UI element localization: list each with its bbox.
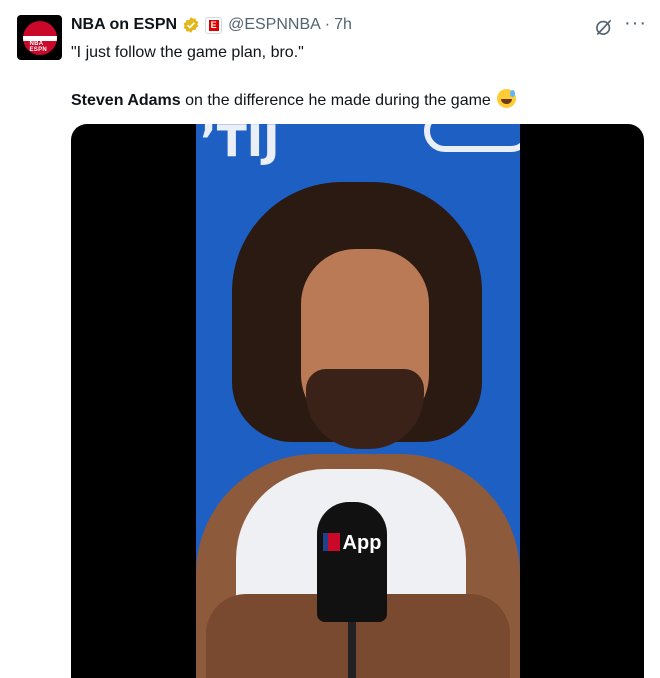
author-handle[interactable]: @ESPNNBA <box>228 16 321 34</box>
avatar-logo-text: NBA ESPN <box>29 40 48 53</box>
mic-label: App <box>322 532 382 555</box>
affiliate-badge[interactable]: E <box>205 16 223 34</box>
caption-text: on the difference he made during the gam… <box>180 92 491 109</box>
grinning-sweat-emoji <box>497 89 517 108</box>
video-player[interactable]: ʼTIJ App <box>71 124 644 678</box>
nba-espn-logo: NBA ESPN <box>22 20 57 55</box>
verified-icon[interactable] <box>182 16 200 34</box>
separator-dot: · <box>324 16 331 33</box>
avatar[interactable]: NBA ESPN <box>17 15 62 60</box>
microphone: App <box>317 502 387 622</box>
author-name[interactable]: NBA on ESPN <box>71 16 177 34</box>
tweet-header: NBA on ESPN E @ESPNNBA · 7h <box>71 16 352 34</box>
nba-logo-icon <box>322 533 340 551</box>
grok-icon[interactable] <box>594 17 614 37</box>
tweet-caption: Steven Adams on the difference he made d… <box>71 89 517 110</box>
mic-stand <box>348 622 356 678</box>
backdrop-logo: ʼTIJ <box>200 124 280 167</box>
tweet-quote: "I just follow the game plan, bro." <box>71 44 304 61</box>
more-icon[interactable]: ··· <box>624 12 647 35</box>
affiliate-badge-letter: E <box>208 19 219 31</box>
mic-label-text: App <box>342 532 382 554</box>
caption-player-name[interactable]: Steven Adams <box>71 92 181 109</box>
timestamp[interactable]: 7h <box>334 16 352 34</box>
backdrop-shape <box>424 124 520 152</box>
video-frame[interactable]: ʼTIJ App <box>196 124 520 678</box>
